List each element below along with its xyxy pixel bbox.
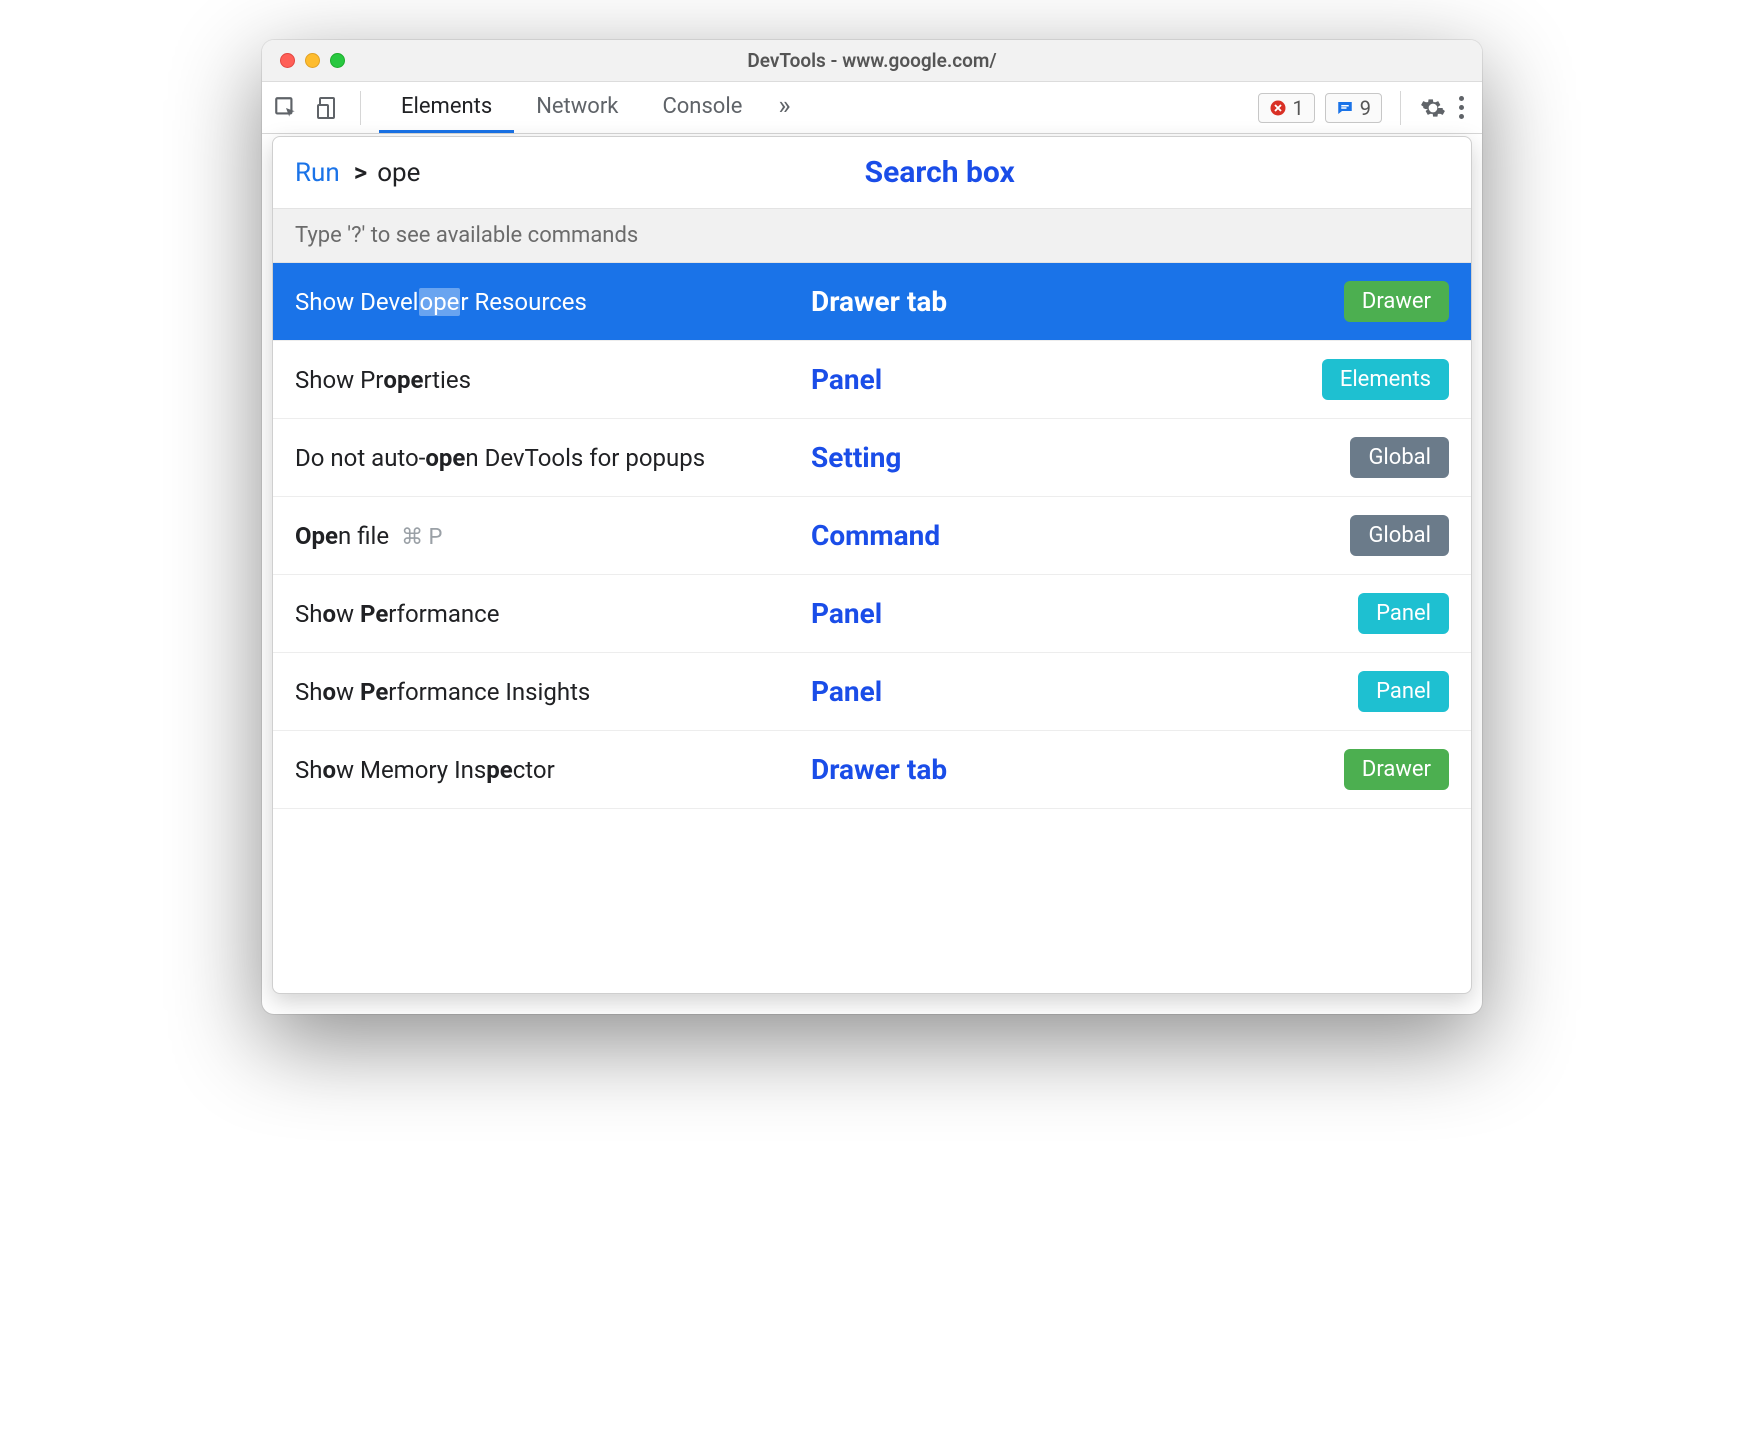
command-row-title: Show Performance [295,600,795,628]
command-row-annotation: Setting [811,441,901,474]
command-hint: Type '?' to see available commands [273,209,1471,263]
settings-button[interactable] [1419,94,1447,122]
command-row[interactable]: Show Performance Insights Panel Panel [273,653,1471,731]
command-row-annotation: Panel [811,363,882,396]
window-title: DevTools - www.google.com/ [262,49,1482,72]
command-search-row[interactable]: Run > ope Search box [273,137,1471,209]
command-row[interactable]: Open file⌘ P Command Global [273,497,1471,575]
command-row[interactable]: Show Memory Inspector Drawer tab Drawer [273,731,1471,809]
command-row-annotation: Panel [811,675,882,708]
command-row[interactable]: Do not auto-open DevTools for popups Sett… [273,419,1471,497]
command-row-pill: Panel [1358,593,1449,634]
panel-tabs: Elements Network Console » [379,82,805,133]
tab-elements[interactable]: Elements [379,82,514,133]
command-row-pill: Global [1350,437,1449,478]
tab-console[interactable]: Console [640,82,764,133]
command-row-title: Show Properties [295,366,795,394]
command-row[interactable]: Show Developer Resources Drawer tab Drawer [273,263,1471,341]
command-row-annotation: Drawer tab [811,753,947,786]
command-list: Show Developer Resources Drawer tab Drawer… [273,263,1471,993]
separator [1400,91,1401,125]
command-row-pill: Drawer [1344,749,1449,790]
command-row-title: Show Developer Resources [295,288,795,316]
devtools-toolbar: Elements Network Console » 1 9 [262,82,1482,134]
command-row-title: Show Memory Inspector [295,756,795,784]
messages-count: 9 [1360,96,1371,120]
command-row-pill: Panel [1358,671,1449,712]
separator [360,91,361,125]
command-row[interactable]: Show Performance Panel Panel [273,575,1471,653]
tabs-overflow[interactable]: » [764,82,804,133]
more-menu-button[interactable] [1451,88,1472,127]
search-annotation: Search box [430,155,1449,190]
command-row-pill: Drawer [1344,281,1449,322]
inspect-element-icon[interactable] [272,94,300,122]
command-row-annotation: Command [811,519,940,552]
query-prefix: > [354,158,367,188]
titlebar: DevTools - www.google.com/ [262,40,1482,82]
errors-badge[interactable]: 1 [1258,93,1315,123]
error-icon [1269,99,1287,117]
message-icon [1336,99,1354,117]
command-row-title: Do not auto-open DevTools for popups [295,444,795,472]
command-row-pill: Global [1350,515,1449,556]
run-label: Run [295,158,340,188]
command-row-title: Open file⌘ P [295,522,795,550]
errors-count: 1 [1293,96,1304,120]
gear-icon [1420,95,1446,121]
command-row-title: Show Performance Insights [295,678,795,706]
messages-badge[interactable]: 9 [1325,93,1382,123]
command-row-annotation: Panel [811,597,882,630]
tab-network[interactable]: Network [514,82,640,133]
device-toggle-icon[interactable] [314,94,342,122]
command-row[interactable]: Show Properties Panel Elements [273,341,1471,419]
chevron-double-right-icon: » [778,91,790,121]
devtools-window: DevTools - www.google.com/ Elements Netw… [262,40,1482,1014]
command-menu: Run > ope Search box Type '?' to see avai… [272,136,1472,994]
command-input[interactable]: ope [377,158,420,188]
command-row-annotation: Drawer tab [811,285,947,318]
command-row-pill: Elements [1322,359,1449,400]
